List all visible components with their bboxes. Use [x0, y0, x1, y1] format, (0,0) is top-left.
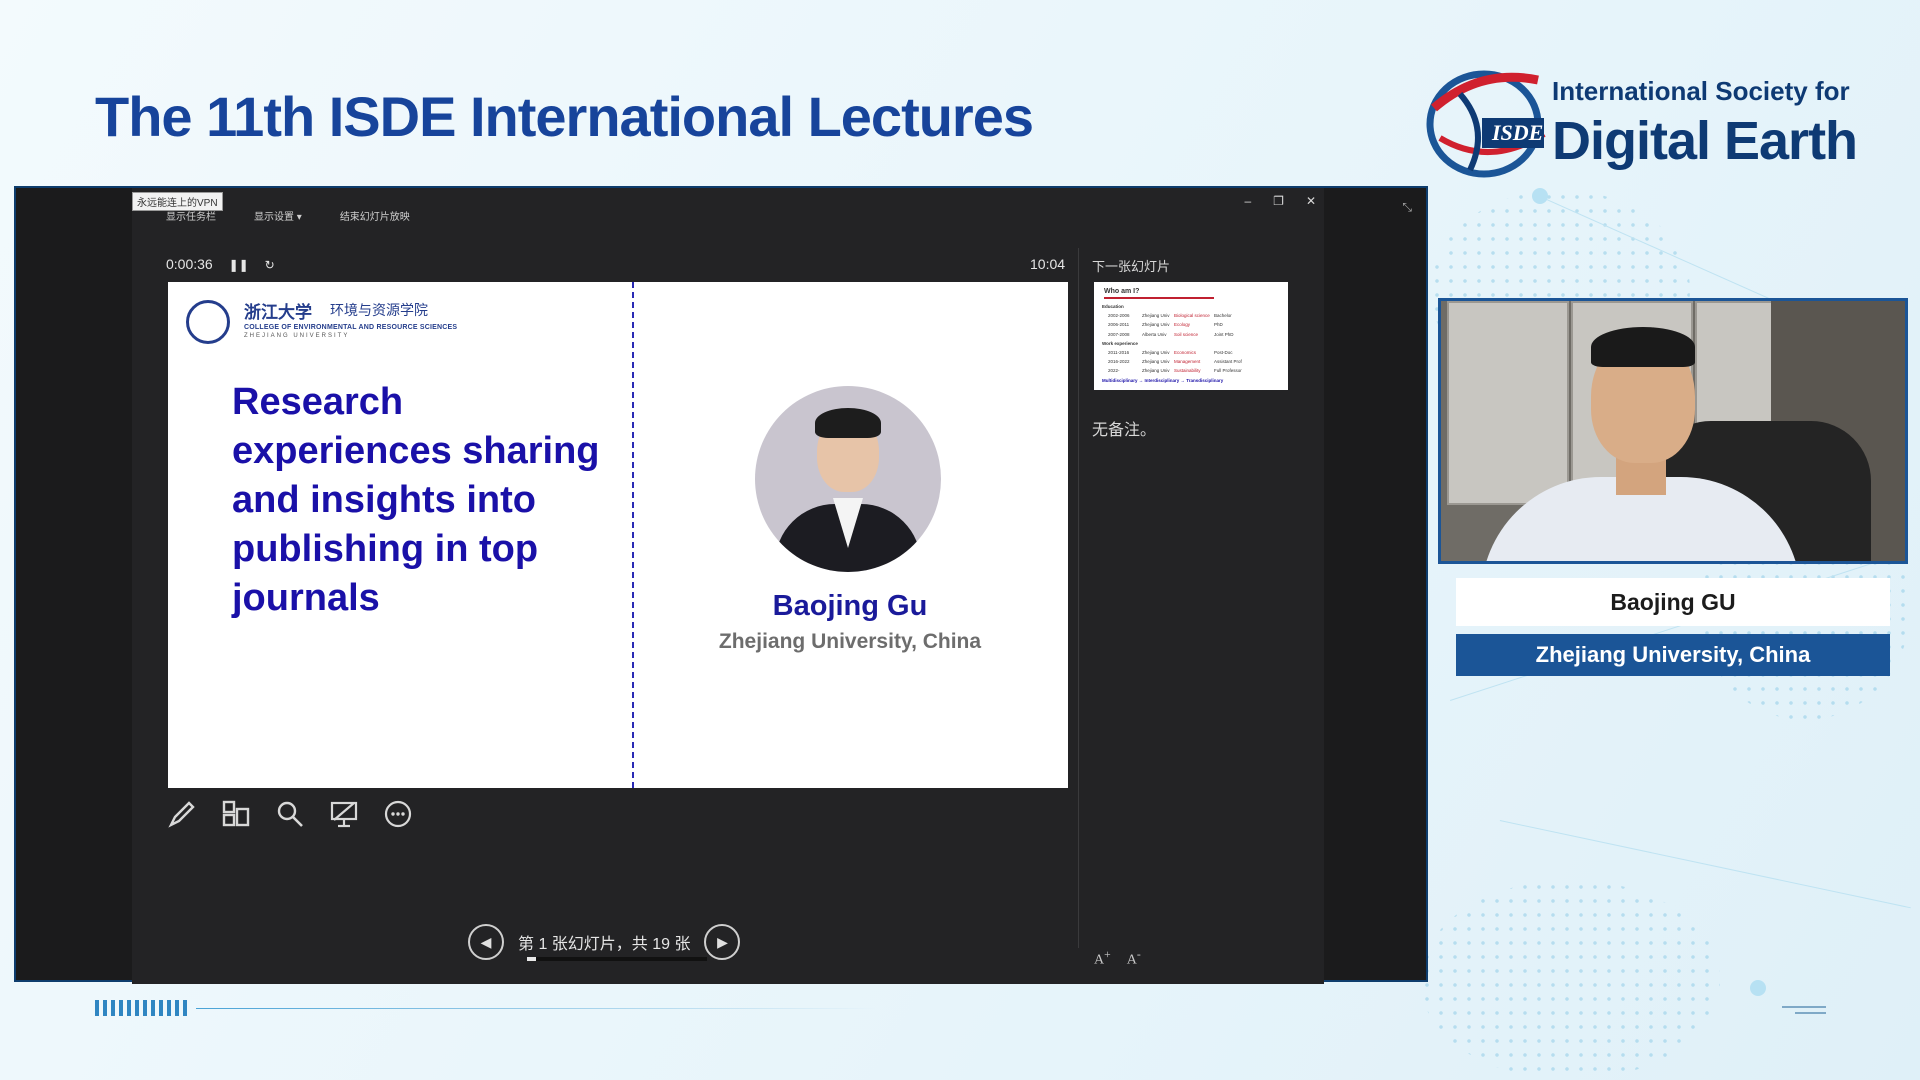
close-icon[interactable]: ✕ [1306, 194, 1316, 208]
elapsed-timer: 0:00:36 ❚❚ ↻ [166, 256, 275, 272]
slide-navigation: ◀ 第 1 张幻灯片，共 19 张 ▶ [468, 924, 741, 960]
slide-divider [632, 282, 634, 788]
increase-font-icon[interactable]: A+ [1094, 948, 1111, 969]
decrease-font-icon[interactable]: A- [1127, 948, 1141, 969]
pause-icon[interactable]: ❚❚ [229, 258, 249, 272]
footer-bars-decoration [95, 1000, 187, 1016]
background-dot-pattern [1420, 880, 1720, 1080]
black-screen-icon[interactable] [328, 798, 360, 830]
current-slide[interactable]: 浙江大学 环境与资源学院 COLLEGE OF ENVIRONMENTAL AN… [168, 282, 1068, 788]
background-node [1532, 188, 1548, 204]
next-slide-cell: 2016-2022 [1108, 359, 1130, 365]
logo-text-line2: Digital Earth [1552, 111, 1858, 171]
slide-speaker-name: Baojing Gu [772, 590, 928, 622]
next-slide-cell: Zhejiang Univ [1142, 322, 1170, 328]
speaker-video [1438, 298, 1908, 564]
pen-icon[interactable] [166, 798, 198, 830]
chevron-right-icon: ▶ [717, 933, 728, 950]
next-slide-cell: Assistant Prof [1214, 359, 1242, 365]
slide-title: Research experiences sharing and insight… [232, 381, 600, 619]
more-options-icon[interactable] [382, 798, 414, 830]
next-slide-title-underline [1104, 297, 1214, 299]
notes-font-controls: A+ A- [1094, 948, 1141, 969]
slide-counter: 第 1 张幻灯片，共 19 张 [518, 936, 691, 953]
college-name-en: COLLEGE OF ENVIRONMENTAL AND RESOURCE SC… [244, 324, 458, 331]
speaker-affiliation-card: Zhejiang University, China [1456, 634, 1890, 676]
presenter-view-window: 永远能连上的VPN 显示任务栏 显示设置 ▾ 结束幻灯片放映 – ❐ ✕ ⤡ 0… [14, 186, 1428, 984]
next-slide-cell: Bachelor [1214, 313, 1232, 319]
background-node [1750, 980, 1766, 996]
display-settings-button[interactable]: 显示设置 ▾ [254, 208, 302, 223]
next-slide-cell: 2022- [1108, 368, 1120, 374]
next-slide-cell: Zhejiang Univ [1142, 313, 1170, 319]
previous-slide-button[interactable]: ◀ [468, 924, 504, 960]
next-slide-cell: PhD [1214, 322, 1223, 328]
chevron-left-icon: ◀ [480, 933, 492, 950]
next-slide-cell: Soil science [1174, 331, 1199, 337]
next-slide-cell: 2002-2006 [1108, 313, 1130, 319]
next-slide-button[interactable]: ▶ [704, 924, 741, 960]
next-slide-cell: 2006-2011 [1108, 322, 1130, 328]
footer-line [196, 1008, 876, 1009]
university-name-cn: 浙江大学 [244, 303, 312, 323]
menu-icon [1782, 1002, 1826, 1018]
next-slide-cell: Post-Doc [1214, 350, 1233, 355]
slide-speaker-affiliation: Zhejiang University, China [718, 630, 982, 653]
current-time: 10:04 [1030, 256, 1066, 272]
next-slide-cell: Multidisciplinary → Interdisciplinary → … [1102, 377, 1224, 383]
next-slide-thumbnail[interactable]: Who am I? Education 2002-2006 Zhejiang Uni… [1094, 282, 1288, 390]
isde-logo: ISDE International Society for Digital E… [1420, 58, 1858, 183]
zju-seal-icon [186, 300, 230, 344]
next-slide-cell: 2007-2008 [1108, 331, 1130, 337]
next-slide-cell: Zhejiang Univ [1142, 359, 1170, 365]
next-slide-cell: Sustainability [1174, 368, 1201, 374]
window-controls: – ❐ ✕ [1244, 194, 1316, 208]
next-slide-cell: Biological science [1174, 313, 1210, 319]
next-slide-cell: Economics [1174, 350, 1197, 355]
slide-progress-fill [527, 957, 536, 961]
pane-divider[interactable] [1078, 248, 1079, 948]
minimize-icon[interactable]: – [1244, 194, 1251, 208]
next-slide-cell: Alberta Univ [1142, 331, 1167, 337]
see-all-slides-icon[interactable] [220, 798, 252, 830]
restart-icon[interactable]: ↻ [265, 258, 275, 272]
university-name-en: ZHEJIANG UNIVERSITY [244, 333, 350, 339]
page-title: The 11th ISDE International Lectures [95, 85, 1034, 148]
video-hair [1591, 327, 1695, 367]
collapse-icon[interactable]: ⤡ [1402, 200, 1412, 215]
next-slide-label: 下一张幻灯片 [1092, 259, 1171, 274]
video-cabinet [1447, 301, 1569, 505]
zoom-icon[interactable] [274, 798, 306, 830]
show-taskbar-button[interactable]: 显示任务栏 [166, 208, 216, 223]
next-slide-cell: Education [1102, 304, 1124, 309]
next-slide-cell: Work experience [1102, 340, 1138, 346]
presenter-toolbar: 显示任务栏 显示设置 ▾ 结束幻灯片放映 [166, 208, 410, 223]
isde-abbreviation: ISDE [1492, 120, 1544, 145]
speaker-notes: 无备注。 [1092, 422, 1157, 439]
speaker-name-card: Baojing GU [1456, 578, 1890, 626]
logo-text-line1: International Society for [1552, 76, 1850, 106]
next-slide-cell: 2011-2016 [1108, 350, 1130, 355]
speaker-photo [755, 386, 941, 572]
next-slide-cell: Management [1174, 359, 1201, 365]
presenter-tools [166, 798, 414, 830]
photo-hair [815, 408, 881, 438]
next-slide-cell: Zhejiang Univ [1142, 368, 1170, 374]
next-slide-cell: Zhejiang Univ [1142, 350, 1170, 355]
slide-progress-bar [527, 957, 707, 961]
elapsed-time: 0:00:36 [166, 256, 213, 272]
end-slideshow-button[interactable]: 结束幻灯片放映 [340, 208, 410, 223]
next-slide-title: Who am I? [1104, 288, 1140, 295]
next-slide-cell: Joint PhD [1214, 331, 1234, 337]
next-slide-cell: Ecology [1174, 322, 1191, 328]
next-slide-cell: Full Professor [1214, 368, 1242, 374]
college-name-cn: 环境与资源学院 [330, 302, 428, 318]
restore-icon[interactable]: ❐ [1273, 194, 1284, 208]
